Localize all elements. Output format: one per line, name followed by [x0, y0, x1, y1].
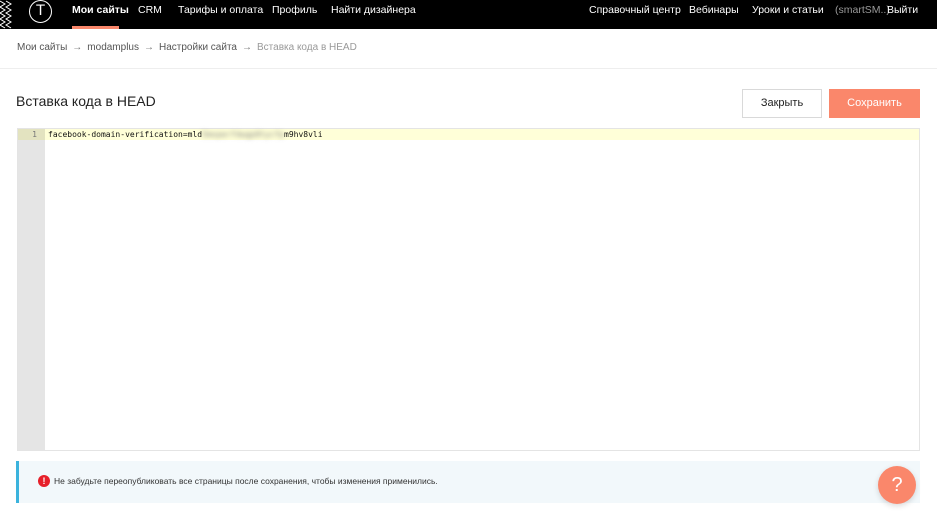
breadcrumb-site-settings[interactable]: Настройки сайта [159, 42, 237, 53]
nav-my-sites[interactable]: Мои сайты [72, 0, 129, 29]
breadcrumb-current-page: Вставка кода в HEAD [257, 42, 357, 53]
page-title: Вставка кода в HEAD [16, 93, 156, 109]
nav-logout[interactable]: Выйти [887, 0, 918, 29]
save-button[interactable]: Сохранить [829, 89, 920, 118]
zigzag-pattern-icon [0, 0, 12, 29]
nav-help-center[interactable]: Справочный центр [589, 0, 681, 29]
breadcrumb-project[interactable]: modamplus [87, 42, 139, 53]
code-editor[interactable]: 1 facebook-domain-verification=mld5mxper… [17, 128, 920, 451]
nav-plans-billing[interactable]: Тарифы и оплата [178, 0, 263, 29]
republish-notice: ! Не забудьте переопубликовать все стран… [16, 461, 920, 503]
breadcrumb-arrow-icon: → [242, 42, 252, 53]
breadcrumb-arrow-icon: → [144, 42, 154, 53]
nav-active-indicator [72, 26, 119, 29]
nav-profile[interactable]: Профиль [272, 0, 317, 29]
breadcrumb-arrow-icon: → [72, 42, 83, 53]
error-icon: ! [38, 475, 50, 487]
nav-user-account[interactable]: (smartSM..) [835, 0, 890, 29]
nav-lessons-articles[interactable]: Уроки и статьи [752, 0, 824, 29]
code-line[interactable]: facebook-domain-verification=mld5mxperfd… [48, 129, 323, 140]
code-redacted-text: 5mxperfdwgp0tycfp [202, 130, 285, 139]
close-button[interactable]: Закрыть [742, 89, 822, 118]
nav-webinars[interactable]: Вебинары [689, 0, 739, 29]
tilda-logo[interactable]: T [29, 0, 52, 23]
breadcrumb-my-sites[interactable]: Мои сайты [17, 42, 67, 53]
line-number: 1 [32, 130, 37, 139]
help-button[interactable]: ? [878, 466, 916, 504]
code-text-end: m9hv8vli [284, 130, 323, 139]
top-nav-bar: T Мои сайты CRM Тарифы и оплата Профиль … [0, 0, 937, 29]
nav-crm[interactable]: CRM [138, 0, 162, 29]
header-divider [0, 68, 937, 69]
nav-find-designer[interactable]: Найти дизайнера [331, 0, 416, 29]
code-text: facebook-domain-verification=mld [48, 130, 203, 139]
question-mark-icon: ? [891, 474, 903, 496]
notice-text: Не забудьте переопубликовать все страниц… [54, 476, 438, 486]
breadcrumb: Мои сайты → modamplus → Настройки сайта → Вста… [17, 38, 357, 58]
editor-gutter [18, 129, 45, 450]
